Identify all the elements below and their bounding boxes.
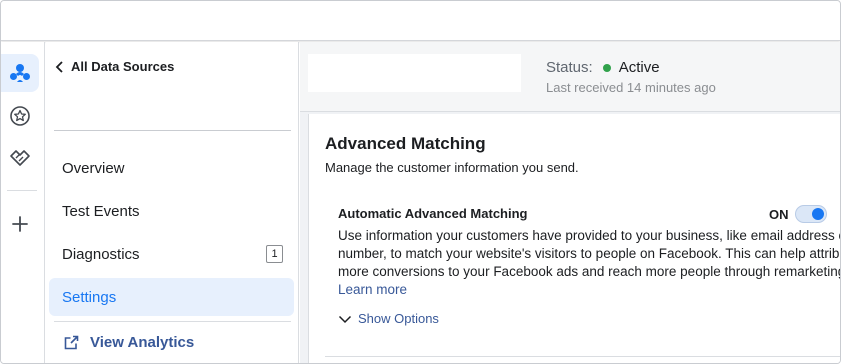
icon-rail bbox=[1, 42, 45, 363]
app-window: All Data Sources Overview Test Events Di… bbox=[0, 0, 841, 364]
last-received-text: Last received 14 minutes ago bbox=[546, 80, 716, 95]
external-link-icon bbox=[64, 335, 79, 350]
top-bar bbox=[1, 1, 840, 41]
setting-description: Use information your customers have prov… bbox=[338, 227, 841, 281]
learn-more-link[interactable]: Learn more bbox=[338, 282, 407, 297]
section-title: Advanced Matching bbox=[325, 134, 486, 153]
status-line: Status: Active bbox=[546, 59, 660, 76]
diagnostics-count-badge: 1 bbox=[266, 245, 283, 263]
status-value: Active bbox=[618, 59, 660, 76]
description-line: Use information your customers have prov… bbox=[338, 228, 841, 243]
view-analytics-link[interactable]: View Analytics bbox=[63, 334, 194, 351]
back-link-label: All Data Sources bbox=[71, 59, 175, 74]
sidebar: All Data Sources Overview Test Events Di… bbox=[46, 42, 299, 363]
toggle-knob bbox=[811, 208, 824, 220]
setting-title: Automatic Advanced Matching bbox=[338, 206, 528, 221]
plus-icon bbox=[12, 216, 28, 232]
show-options-label: Show Options bbox=[358, 311, 439, 326]
sidebar-divider bbox=[54, 130, 291, 131]
sidebar-item-label: Diagnostics bbox=[62, 245, 140, 263]
back-to-data-sources-link[interactable]: All Data Sources bbox=[55, 59, 174, 74]
rail-button-partners[interactable] bbox=[1, 139, 39, 177]
rail-button-data-sources[interactable] bbox=[1, 54, 39, 92]
sidebar-item-diagnostics[interactable]: Diagnostics 1 bbox=[49, 235, 294, 273]
sidebar-item-test-events[interactable]: Test Events bbox=[49, 192, 294, 230]
show-options-button[interactable]: Show Options bbox=[338, 311, 439, 326]
chevron-left-icon bbox=[55, 60, 63, 73]
sidebar-item-label: Test Events bbox=[62, 202, 140, 220]
advanced-matching-card: Advanced Matching Manage the customer in… bbox=[308, 114, 841, 363]
status-active-dot bbox=[602, 63, 611, 72]
data-source-name-box bbox=[308, 54, 521, 92]
sidebar-item-label: Overview bbox=[62, 159, 125, 177]
section-subtitle: Manage the customer information you send… bbox=[325, 160, 579, 175]
sidebar-item-label: Settings bbox=[62, 288, 117, 306]
sidebar-item-overview[interactable]: Overview bbox=[49, 149, 294, 187]
view-analytics-label: View Analytics bbox=[90, 334, 195, 351]
card-divider bbox=[325, 356, 840, 357]
description-line: number, to match your website's visitors… bbox=[338, 246, 841, 261]
status-header: Status: Active Last received 14 minutes … bbox=[300, 42, 840, 112]
handshake-icon bbox=[10, 150, 30, 166]
status-label: Status: bbox=[546, 59, 593, 76]
sidebar-divider bbox=[54, 321, 291, 322]
description-line: more conversions to your Facebook ads an… bbox=[338, 264, 841, 279]
chevron-down-icon bbox=[338, 315, 352, 323]
toggle-state-label: ON bbox=[769, 206, 789, 222]
star-badge-icon bbox=[10, 106, 30, 126]
rail-button-starred[interactable] bbox=[1, 97, 39, 135]
rail-divider bbox=[7, 190, 37, 191]
toggle-switch[interactable] bbox=[794, 205, 827, 223]
rail-button-add[interactable] bbox=[1, 205, 39, 243]
sidebar-item-settings[interactable]: Settings bbox=[49, 278, 294, 316]
people-group-icon bbox=[10, 64, 30, 82]
main-content: Status: Active Last received 14 minutes … bbox=[300, 42, 841, 363]
advanced-matching-toggle[interactable]: ON bbox=[769, 205, 827, 223]
